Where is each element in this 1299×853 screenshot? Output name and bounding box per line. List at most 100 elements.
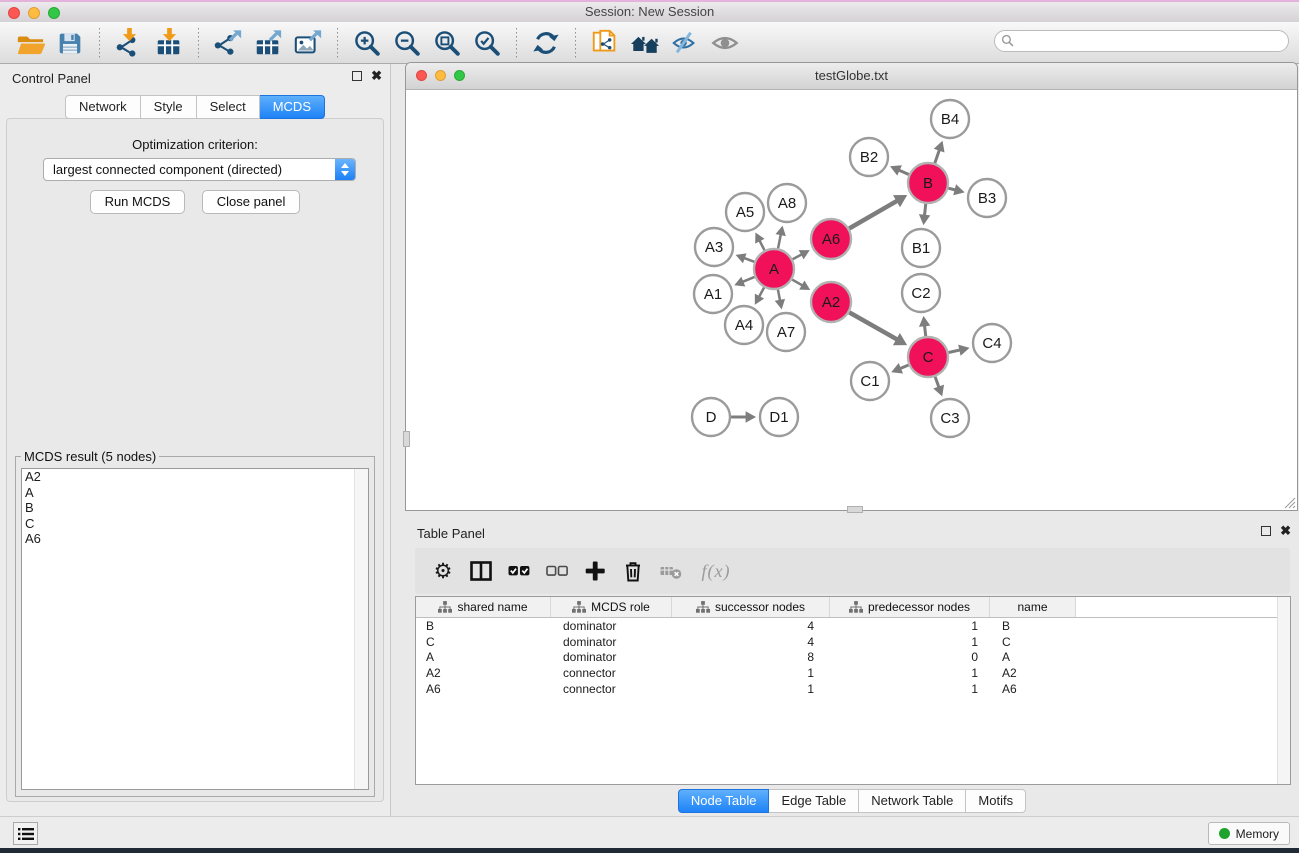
- table-cell: dominator: [551, 650, 672, 664]
- desktop-wallpaper-bottom: [0, 848, 1299, 853]
- memory-button[interactable]: Memory: [1208, 822, 1290, 845]
- table-cell: connector: [551, 666, 672, 680]
- export-network-button[interactable]: [211, 27, 245, 59]
- import-network-button[interactable]: [112, 27, 146, 59]
- search-input[interactable]: [994, 30, 1289, 52]
- refresh-button[interactable]: [529, 27, 563, 59]
- select-all-icon: [507, 559, 531, 583]
- float-panel-icon[interactable]: [352, 71, 362, 81]
- settings-gear-button[interactable]: ⚙: [430, 558, 456, 584]
- toolbar-group: [208, 27, 328, 59]
- search-icon: [1001, 34, 1015, 48]
- table-cell: 4: [672, 619, 830, 633]
- mcds-result-item[interactable]: A: [22, 485, 368, 501]
- delete-table-icon: [659, 559, 683, 583]
- graph-edge-A-A1[interactable]: [741, 277, 754, 282]
- tab-network[interactable]: Network: [65, 95, 141, 119]
- memory-button-label: Memory: [1236, 827, 1279, 841]
- table-cell: A2: [990, 666, 1076, 680]
- mcds-result-list[interactable]: A2ABCA6: [21, 468, 369, 790]
- control-panel-tabs: NetworkStyleSelectMCDS: [0, 95, 390, 119]
- zoom-in-button[interactable]: [350, 27, 384, 59]
- vertical-scroll-stub[interactable]: [403, 431, 410, 447]
- add-row-button[interactable]: [582, 558, 608, 584]
- run-mcds-button[interactable]: Run MCDS: [90, 190, 186, 214]
- edge-arrowhead: [775, 299, 785, 310]
- toolbar-group: [526, 27, 566, 59]
- hide-unselected-button[interactable]: [668, 27, 702, 59]
- table-row[interactable]: A2connector11A2: [416, 665, 1290, 681]
- mcds-result-item[interactable]: A2: [22, 469, 368, 485]
- mcds-result-item[interactable]: C: [22, 516, 368, 532]
- deselect-all-button[interactable]: [544, 558, 570, 584]
- function-builder-icon: f(x): [702, 561, 731, 582]
- delete-row-button[interactable]: [620, 558, 646, 584]
- mcds-result-item[interactable]: B: [22, 500, 368, 516]
- zoom-fit-button[interactable]: [430, 27, 464, 59]
- float-table-panel-icon[interactable]: [1261, 526, 1271, 536]
- save-session-button[interactable]: [53, 27, 87, 59]
- show-all-eye-button[interactable]: [708, 27, 742, 59]
- delete-table-button[interactable]: [658, 558, 684, 584]
- table-cell: connector: [551, 682, 672, 696]
- shared-column-icon: [438, 601, 452, 613]
- tab-mcds[interactable]: MCDS: [260, 95, 325, 119]
- network-window-titlebar[interactable]: testGlobe.txt: [406, 63, 1297, 90]
- graph-node-label: C1: [860, 373, 879, 390]
- open-file-button[interactable]: [13, 27, 47, 59]
- network-canvas[interactable]: B4B2BB3A8A5A6A3B1AC2A1A2A4A7C4CC1C3DD1: [406, 89, 1297, 510]
- list-scrollbar-track[interactable]: [354, 469, 368, 789]
- function-builder-button[interactable]: f(x): [696, 558, 736, 584]
- tab-edge-table[interactable]: Edge Table: [769, 789, 859, 813]
- tab-node-table[interactable]: Node Table: [678, 789, 770, 813]
- criterion-dropdown[interactable]: largest connected component (directed): [43, 158, 356, 181]
- table-row[interactable]: Adominator80A: [416, 650, 1290, 666]
- column-view-button[interactable]: [468, 558, 494, 584]
- tab-network-table[interactable]: Network Table: [859, 789, 966, 813]
- import-table-button[interactable]: [152, 27, 186, 59]
- close-panel-button[interactable]: Close panel: [202, 190, 301, 214]
- close-panel-icon[interactable]: ✖: [371, 71, 382, 81]
- mcds-result-title: MCDS result (5 nodes): [21, 449, 159, 464]
- tab-style[interactable]: Style: [141, 95, 197, 119]
- session-title: Session: New Session: [0, 4, 1299, 19]
- resize-grip-icon[interactable]: [1282, 495, 1296, 509]
- zoom-selected-button[interactable]: [470, 27, 504, 59]
- graph-edge-B-B4[interactable]: [935, 149, 940, 163]
- dropdown-stepper-icon: [335, 159, 355, 180]
- mcds-result-item[interactable]: A6: [22, 531, 368, 547]
- control-panel-title: Control Panel: [12, 71, 91, 86]
- home-icon: [630, 28, 660, 58]
- application-window: Session: New Session Control Panel ✖ Net…: [0, 0, 1299, 853]
- column-header-successor-nodes[interactable]: successor nodes: [672, 597, 830, 617]
- network-from-file-button[interactable]: [588, 27, 622, 59]
- column-header-MCDS-role[interactable]: MCDS role: [551, 597, 672, 617]
- export-table-button[interactable]: [251, 27, 285, 59]
- tab-motifs[interactable]: Motifs: [966, 789, 1026, 813]
- home-button[interactable]: [628, 27, 662, 59]
- table-row[interactable]: Cdominator41C: [416, 634, 1290, 650]
- table-row[interactable]: Bdominator41B: [416, 618, 1290, 634]
- close-table-panel-icon[interactable]: ✖: [1280, 526, 1291, 536]
- graph-edge-A6-B[interactable]: [849, 200, 898, 228]
- column-header-shared-name[interactable]: shared name: [416, 597, 551, 617]
- optimization-criterion-label: Optimization criterion:: [7, 137, 383, 152]
- graph-edge-A-A8[interactable]: [778, 233, 781, 248]
- tab-select[interactable]: Select: [197, 95, 260, 119]
- table-row[interactable]: A6connector11A6: [416, 681, 1290, 697]
- main-titlebar[interactable]: Session: New Session: [0, 2, 1299, 23]
- zoom-out-button[interactable]: [390, 27, 424, 59]
- column-header-name[interactable]: name: [990, 597, 1076, 617]
- column-header-predecessor-nodes[interactable]: predecessor nodes: [830, 597, 990, 617]
- export-image-button[interactable]: [291, 27, 325, 59]
- table-scrollbar-track[interactable]: [1277, 597, 1290, 784]
- graph-node-label: B1: [912, 240, 930, 257]
- node-table[interactable]: shared nameMCDS rolesuccessor nodesprede…: [415, 596, 1291, 785]
- network-from-file-icon: [590, 28, 620, 58]
- horizontal-scroll-stub[interactable]: [847, 506, 863, 513]
- panel-list-button[interactable]: [13, 822, 38, 845]
- graph-edge-A2-C[interactable]: [849, 312, 898, 340]
- edge-arrowhead: [953, 184, 964, 195]
- select-all-button[interactable]: [506, 558, 532, 584]
- table-cell: 1: [672, 666, 830, 680]
